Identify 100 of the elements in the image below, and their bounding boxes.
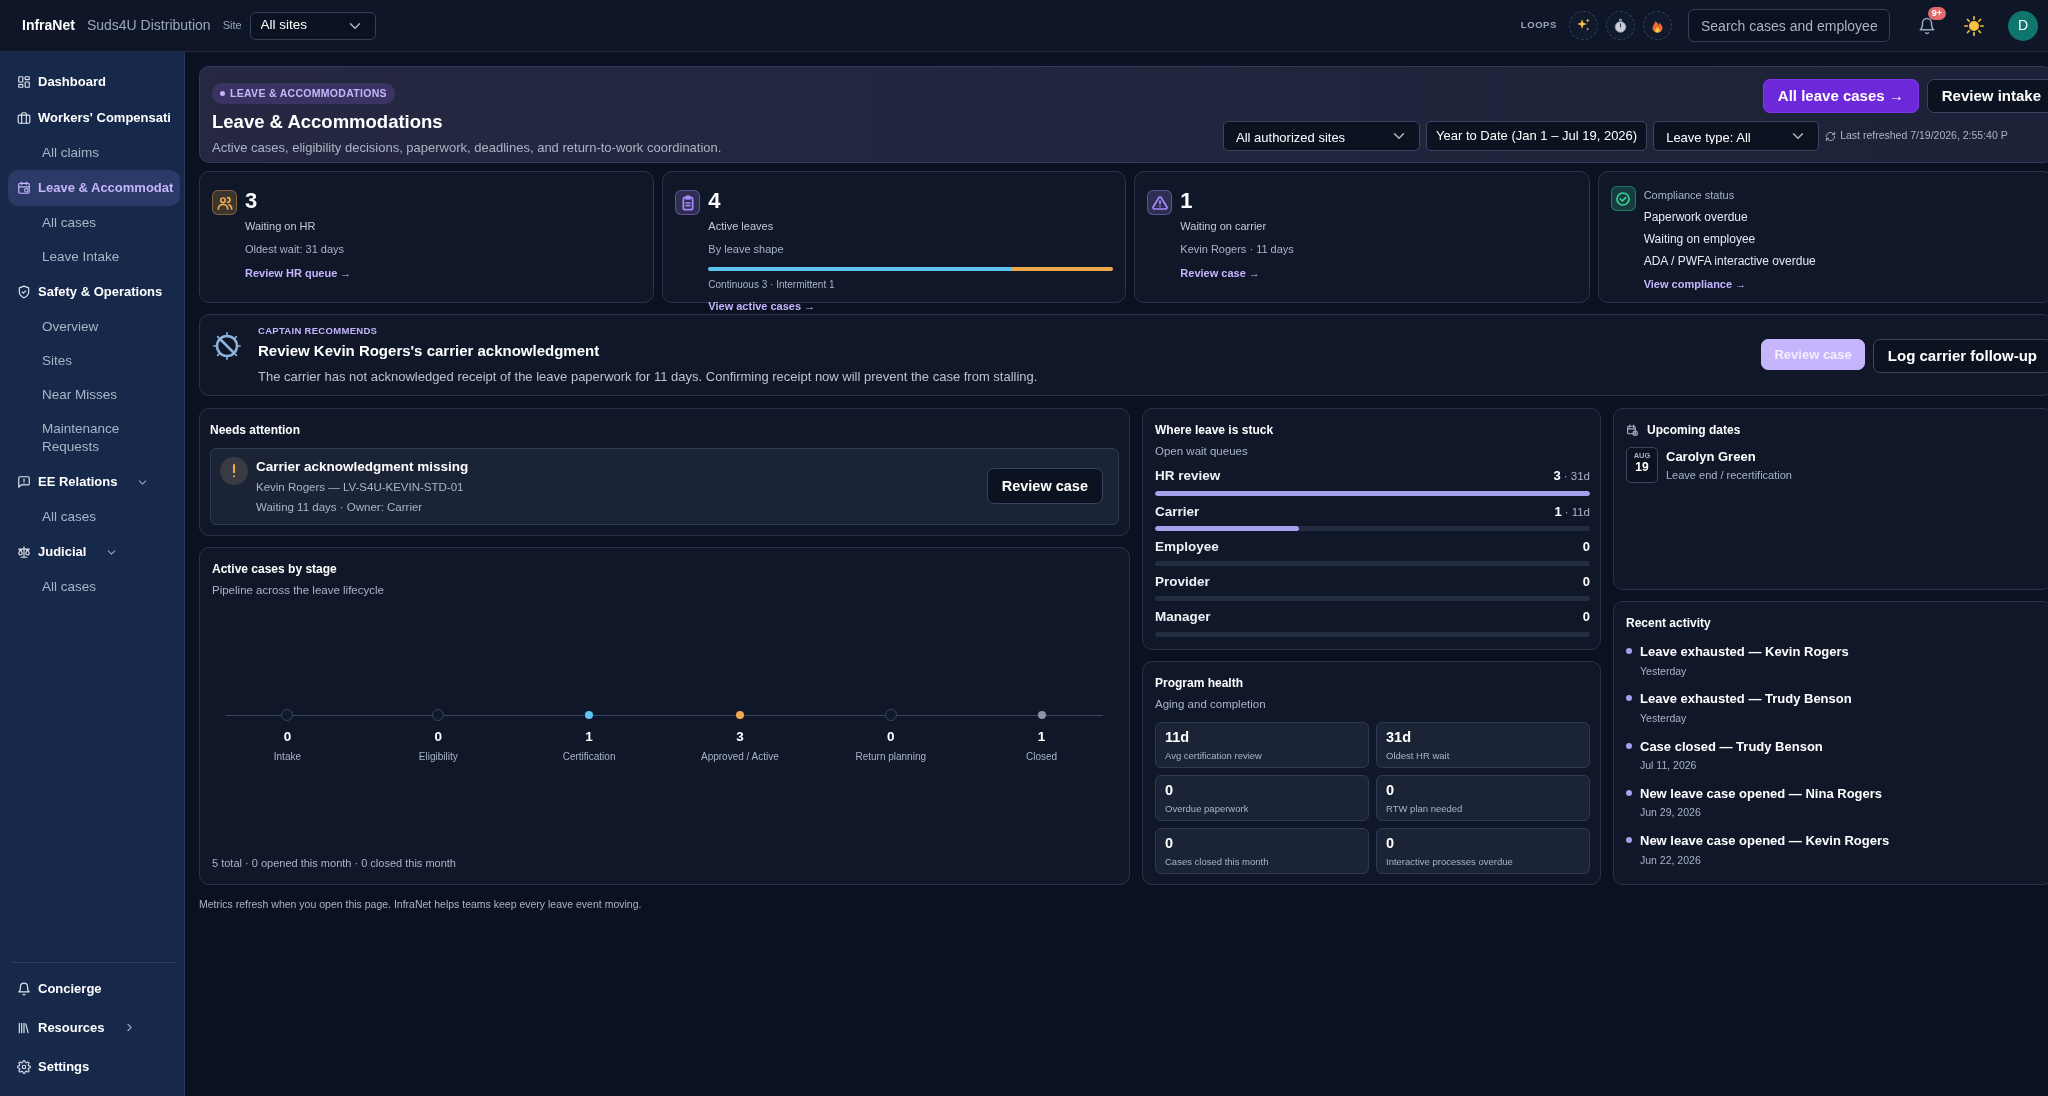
nav-item[interactable]: EE Relations — [8, 464, 180, 500]
nav-subitem[interactable]: Maintenance Requests — [8, 412, 180, 464]
queue-count: 3 — [1553, 467, 1561, 486]
card-link[interactable]: View active cases → — [708, 298, 816, 315]
metric-label: Overdue paperwork — [1165, 801, 1250, 816]
review-case-button[interactable]: Review case — [986, 468, 1103, 505]
card-title: Compliance status — [1643, 188, 1736, 203]
bell-icon — [17, 981, 31, 996]
nav-subitem[interactable]: Near Misses — [8, 378, 180, 412]
footer-note: Metrics refresh when you open this page. InfraNet helps teams keep every leave event moving. — [199, 896, 643, 912]
activity-title: New leave case opened — Kevin Rogers — [1640, 832, 1890, 850]
queue-count: 0 — [1582, 537, 1590, 556]
queue-label: Provider — [1155, 573, 1211, 591]
kpi-detail: Kevin Rogers · 11 days — [1180, 241, 1295, 257]
nav-item[interactable]: Leave & Accommodat — [8, 170, 180, 206]
stage-label: Intake — [273, 750, 302, 765]
nav-subitem[interactable]: Leave Intake — [8, 240, 180, 274]
user-avatar[interactable]: D — [2008, 10, 2038, 41]
stage-label: Return planning — [855, 750, 927, 765]
site-select[interactable]: All sites — [249, 11, 376, 40]
card-title: Active cases by stage — [212, 560, 338, 578]
header-button[interactable]: All leave cases → — [1762, 79, 1919, 113]
date-day: 19 — [1627, 461, 1657, 475]
bullet-dot — [1626, 695, 1632, 702]
loops-label: LOOPS — [1520, 18, 1557, 33]
kpi-label: Waiting on HR — [245, 219, 317, 234]
leave-type-filter[interactable]: Leave type: All — [1653, 121, 1820, 151]
metric-value: 0 — [1386, 833, 1396, 853]
dot-icon — [220, 91, 225, 96]
loop-button[interactable] — [1606, 11, 1635, 40]
page-subtitle: Active cases, eligibility decisions, paperwork, deadlines, and return-to-work coordination. — [212, 139, 723, 158]
kpi-label: Waiting on carrier — [1180, 219, 1268, 234]
metric-label: Avg certification review — [1165, 748, 1263, 763]
event-detail: Leave end / recertification — [1666, 467, 1792, 483]
activity-title: New leave case opened — Nina Rogers — [1640, 784, 1883, 803]
scale-icon — [17, 545, 31, 559]
queue-label: Carrier — [1155, 502, 1201, 521]
card-link[interactable]: Review HR queue → — [245, 265, 352, 282]
stage-dot — [432, 709, 445, 721]
nav-item[interactable]: Concierge — [8, 969, 180, 1008]
metric-label: RTW plan needed — [1386, 801, 1464, 816]
status-line: ADA / PWFA interactive overdue — [1643, 252, 1817, 270]
bullet-dot — [1626, 742, 1632, 749]
recommendation-button[interactable]: Log carrier follow-up — [1872, 339, 2048, 373]
page-title: Leave & Accommodations — [212, 110, 444, 135]
stopwatch-icon — [1612, 17, 1629, 34]
queue-age: · 31d — [1563, 469, 1590, 485]
calendar-clock-icon — [1626, 423, 1639, 437]
briefcase-icon — [17, 111, 31, 125]
nav-item[interactable]: Safety & Operations — [8, 274, 180, 310]
attention-title: Carrier acknowledgment missing — [256, 458, 470, 476]
card-subtitle: Pipeline across the leave lifecycle — [212, 582, 385, 598]
nav-subitem[interactable]: Overview — [8, 310, 180, 344]
nav-subitem[interactable]: All cases — [8, 206, 180, 240]
nav-subitem[interactable]: All cases — [8, 500, 180, 534]
notification-badge: 9+ — [1927, 6, 1946, 20]
nav-item[interactable]: Judicial — [8, 534, 180, 570]
nav-item[interactable]: Dashboard — [8, 64, 180, 100]
nav-subitem[interactable]: All cases — [8, 570, 180, 604]
stage-count: 1 — [1037, 728, 1046, 746]
nav-subitem[interactable]: All claims — [8, 136, 180, 170]
sun-icon — [1964, 15, 1984, 36]
calendar-icon — [17, 181, 31, 195]
date-range-button[interactable]: Year to Date (Jan 1 – Jul 19, 2026) — [1426, 121, 1648, 151]
queue-label: Manager — [1155, 608, 1212, 627]
nav-subitem[interactable]: Sites — [8, 344, 180, 378]
eyebrow-label: CAPTAIN RECOMMENDS — [258, 323, 379, 338]
activity-time: Jun 22, 2026 — [1640, 852, 1702, 868]
settings-icon — [17, 1059, 31, 1074]
nav-item[interactable]: Resources — [8, 1008, 180, 1047]
kpi-detail: By leave shape — [708, 241, 785, 257]
last-refreshed-text: Last refreshed 7/19/2026, 2:55:40 P — [1840, 128, 2008, 144]
activity-title: Leave exhausted — Trudy Benson — [1640, 690, 1852, 709]
brand-name: InfraNet — [22, 16, 75, 35]
site-label: Site — [222, 18, 242, 34]
card-link[interactable]: Review case → — [1180, 265, 1260, 282]
search-field[interactable]: Search cases and employee — [1688, 9, 1890, 42]
card-link[interactable]: View compliance → — [1643, 275, 1747, 292]
recommendation-text: The carrier has not acknowledged receipt of the leave paperwork for 11 days. Confirming receipt now will prevent the case from stalling. — [258, 367, 1039, 386]
stage-label: Closed — [1026, 750, 1058, 765]
metric-label: Interactive processes overdue — [1386, 854, 1514, 869]
alert-icon — [220, 457, 248, 485]
kpi-label: Active leaves — [708, 219, 775, 234]
shield-icon — [17, 285, 31, 299]
nav-item[interactable]: Settings — [8, 1047, 180, 1086]
sites-filter[interactable]: All authorized sites — [1223, 121, 1420, 151]
card-title: Where leave is stuck — [1155, 422, 1275, 439]
badge-text: LEAVE & ACCOMMODATIONS — [230, 85, 387, 101]
bar-legend: Continuous 3 · Intermittent 1 — [708, 277, 1114, 292]
loop-button[interactable] — [1643, 11, 1672, 40]
stage-count: 3 — [736, 728, 744, 746]
nav-item[interactable]: Workers' Compensati — [8, 100, 180, 136]
metric-label: Oldest HR wait — [1386, 748, 1451, 763]
loop-button[interactable] — [1569, 11, 1598, 40]
status-line: Waiting on employee — [1643, 230, 1757, 248]
bullet-dot — [1626, 648, 1632, 654]
header-button[interactable]: Review intake — [1926, 79, 2048, 113]
attention-meta: Kevin Rogers — LV-S4U-KEVIN-STD-01 — [256, 480, 465, 496]
queue-count: 0 — [1582, 608, 1590, 627]
kpi-detail: Oldest wait: 31 days — [245, 241, 346, 257]
